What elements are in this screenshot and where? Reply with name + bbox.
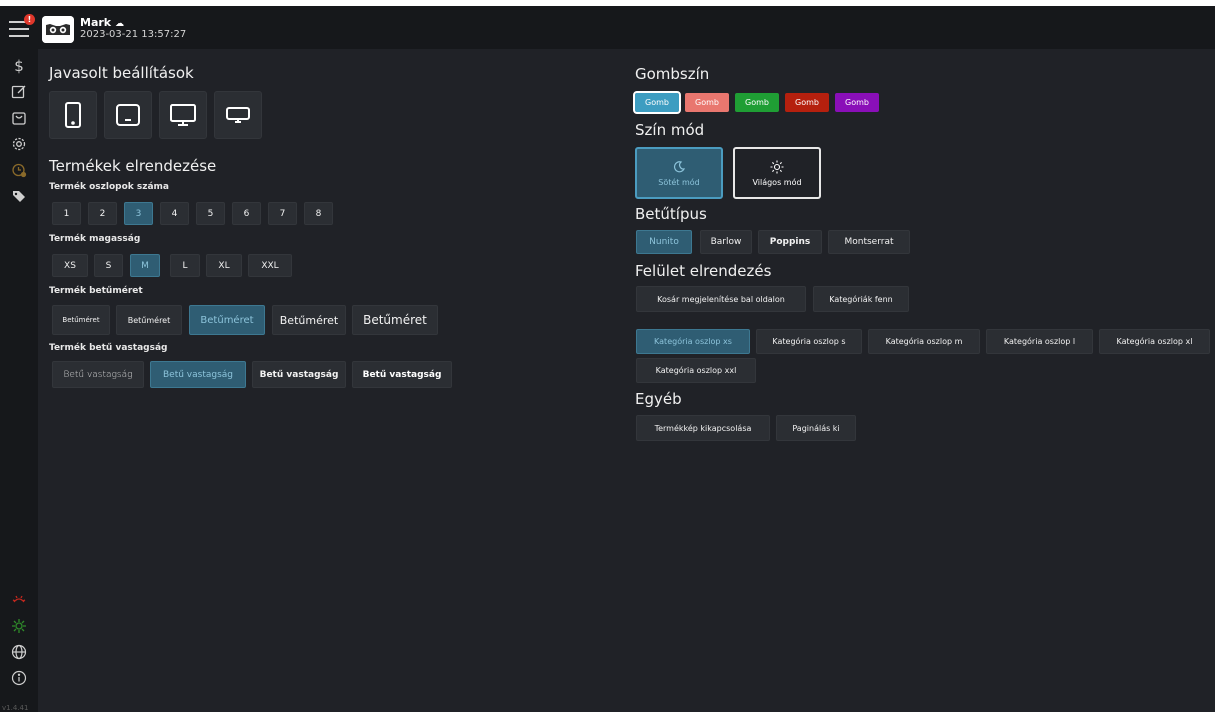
dark-mode-button[interactable]: Sötét mód [635,147,723,199]
settings-icon[interactable] [10,135,28,153]
font-size-option-s[interactable]: Betűméret [116,305,182,335]
category-column-s[interactable]: Kategória oszlop s [756,329,862,354]
font-weight-option-semibold[interactable]: Betű vastagság [252,361,346,388]
height-option-xl[interactable]: XL [206,254,242,277]
column-option-4[interactable]: 4 [160,202,189,225]
font-title: Betűtípus [635,205,707,223]
height-option-m[interactable]: M [130,254,160,277]
category-column-l[interactable]: Kategória oszlop l [986,329,1093,354]
notification-badge[interactable]: ! [24,14,35,25]
sun-icon [770,160,784,173]
light-mode-label: Világos mód [752,177,802,187]
phone-icon [65,102,81,128]
globe-icon[interactable] [10,643,28,661]
font-size-option-xs[interactable]: Betűméret [52,305,110,335]
column-option-6[interactable]: 6 [232,202,261,225]
font-weight-label: Termék betű vastagság [49,343,168,353]
dollar-icon[interactable]: $ [10,57,28,75]
height-option-s[interactable]: S [94,254,123,277]
avatar[interactable] [42,16,74,43]
sidebar: $ v1.4.41 [0,49,38,712]
font-option-poppins[interactable]: Poppins [758,230,822,254]
column-option-3[interactable]: 3 [124,202,153,225]
font-size-option-m[interactable]: Betűméret [189,305,265,335]
height-option-xxl[interactable]: XXL [248,254,292,277]
font-size-label: Termék betűméret [49,286,143,296]
pagination-off-toggle[interactable]: Paginálás ki [776,415,856,441]
category-column-xs[interactable]: Kategória oszlop xs [636,329,750,354]
other-title: Egyéb [635,390,682,408]
phone-preset-button[interactable] [49,91,97,139]
color-option-purple[interactable]: Gomb [835,93,879,112]
cart-left-toggle[interactable]: Kosár megjelenítése bal oldalon [636,286,806,312]
timestamp: 2023-03-21 13:57:27 [80,29,187,40]
column-option-8[interactable]: 8 [304,202,333,225]
color-mode-title: Szín mód [635,121,705,139]
font-weight-option-bold[interactable]: Betű vastagság [352,361,452,388]
laptop-preset-button[interactable] [214,91,262,139]
dark-mode-label: Sötét mód [658,177,700,187]
color-option-blue[interactable]: Gomb [633,91,681,114]
cloud-icon: ☁ [114,19,124,29]
columns-label: Termék oszlopok száma [49,182,169,192]
category-column-xxl[interactable]: Kategória oszlop xxl [636,358,756,383]
user-name-text: Mark [80,16,112,29]
font-option-montserrat[interactable]: Montserrat [828,230,910,254]
font-option-nunito[interactable]: Nunito [636,230,692,254]
bug-icon[interactable] [10,591,28,609]
monitor-icon [170,104,196,126]
category-column-m[interactable]: Kategória oszlop m [868,329,980,354]
color-option-green[interactable]: Gomb [735,93,779,112]
font-size-option-xl[interactable]: Betűméret [352,305,438,335]
height-label: Termék magasság [49,234,141,244]
settings-panel: Javasolt beállítások Termékek elrendezés… [38,49,1215,712]
column-option-2[interactable]: 2 [88,202,117,225]
clock-icon[interactable] [10,161,28,179]
tag-icon[interactable] [10,187,28,205]
font-weight-option-normal[interactable]: Betű vastagság [150,361,246,388]
tablet-icon [116,104,140,126]
light-mode-button[interactable]: Világos mód [733,147,821,199]
monitor-preset-button[interactable] [159,91,207,139]
button-color-title: Gombszín [635,65,710,83]
cart-icon[interactable] [10,109,28,127]
tablet-preset-button[interactable] [104,91,152,139]
color-option-salmon[interactable]: Gomb [685,93,729,112]
app-frame: ! Mark ☁ 2023-03-21 13:57:27 $ v1.4.41 J… [0,6,1215,712]
categories-top-toggle[interactable]: Kategóriák fenn [813,286,909,312]
font-size-option-l[interactable]: Betűméret [272,305,346,335]
font-option-barlow[interactable]: Barlow [700,230,752,254]
info-icon[interactable] [10,669,28,687]
category-column-xl[interactable]: Kategória oszlop xl [1099,329,1210,354]
column-option-1[interactable]: 1 [52,202,81,225]
edit-icon[interactable] [10,83,28,101]
font-weight-option-light[interactable]: Betű vastagság [52,361,144,388]
product-layout-title: Termékek elrendezése [49,157,217,175]
column-option-5[interactable]: 5 [196,202,225,225]
sync-icon[interactable] [10,617,28,635]
disable-product-image-toggle[interactable]: Termékkép kikapcsolása [636,415,770,441]
color-option-red[interactable]: Gomb [785,93,829,112]
user-name: Mark ☁ [80,16,124,29]
height-option-l[interactable]: L [170,254,200,277]
version-label: v1.4.41 [2,704,29,712]
column-option-7[interactable]: 7 [268,202,297,225]
height-option-xs[interactable]: XS [52,254,88,277]
moon-icon [673,160,686,172]
ui-layout-title: Felület elrendezés [635,262,772,280]
recommended-settings-title: Javasolt beállítások [49,64,194,82]
top-bar: ! Mark ☁ 2023-03-21 13:57:27 [0,6,1215,49]
laptop-icon [226,107,250,123]
